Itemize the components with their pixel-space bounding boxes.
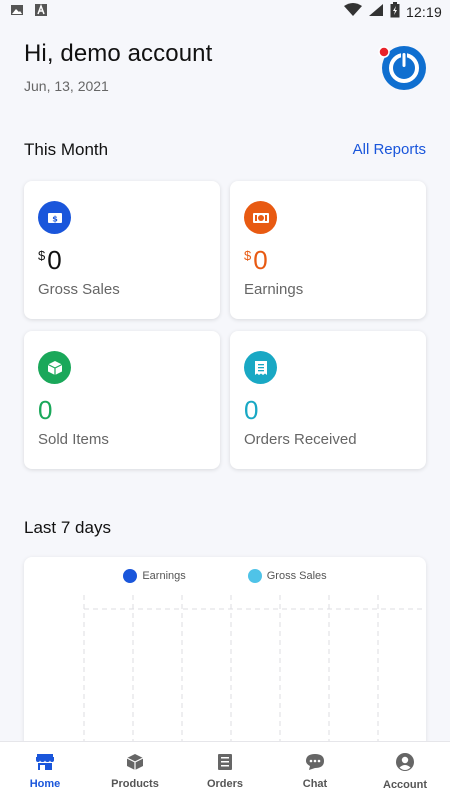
nav-item-chat[interactable]: Chat <box>270 742 360 800</box>
this-month-title: This Month <box>24 140 109 159</box>
receipt-icon <box>217 753 233 774</box>
nav-item-products[interactable]: Products <box>90 742 180 800</box>
orders-received-value: 0 <box>244 395 258 426</box>
currency-symbol: $ <box>244 248 252 263</box>
nav-label: Home <box>29 777 61 790</box>
nav-label: Account <box>383 778 427 791</box>
nav-item-orders[interactable]: Orders <box>180 742 270 800</box>
money-icon <box>244 201 277 234</box>
nav-label: Chat <box>302 777 328 790</box>
orders-received-label: Orders Received <box>244 431 357 448</box>
sold-items-value: 0 <box>38 395 52 426</box>
sold-items-label: Sold Items <box>38 431 109 448</box>
status-time: 12:19 <box>405 4 442 20</box>
earnings-card[interactable]: $ 0 Earnings <box>230 181 426 319</box>
power-logo-icon <box>378 46 426 90</box>
earnings-label: Earnings <box>244 281 304 298</box>
nav-item-home[interactable]: Home <box>0 742 90 800</box>
status-bar: 12:19 <box>0 0 450 24</box>
gross-sales-value: $ 0 <box>38 245 62 276</box>
value-number: 0 <box>38 395 53 425</box>
earnings-value: $ 0 <box>244 245 268 276</box>
nav-label: Orders <box>206 777 244 790</box>
value-number: 0 <box>47 245 62 275</box>
last-7-days-title: Last 7 days <box>24 518 111 537</box>
bottom-nav: Home Products Orders Chat Account <box>0 741 450 800</box>
date-label: Jun, 13, 2021 <box>24 78 109 94</box>
orders-received-card[interactable]: 0 Orders Received <box>230 331 426 469</box>
box-icon <box>126 753 144 774</box>
avatar[interactable] <box>378 42 426 90</box>
app-notification-icon <box>34 3 48 22</box>
box-icon <box>38 351 71 384</box>
dollar-bill-icon: $ <box>38 201 71 234</box>
image-notification-icon <box>10 3 24 22</box>
chat-icon <box>305 753 325 774</box>
svg-text:$: $ <box>52 214 58 223</box>
battery-icon <box>390 1 400 23</box>
nav-label: Products <box>111 777 159 790</box>
value-number: 0 <box>244 395 259 425</box>
account-icon <box>395 752 415 775</box>
currency-symbol: $ <box>38 248 46 263</box>
nav-item-account[interactable]: Account <box>360 742 450 800</box>
signal-icon <box>368 3 384 22</box>
all-reports-link[interactable]: All Reports <box>353 141 426 158</box>
receipt-icon <box>244 351 277 384</box>
sold-items-card[interactable]: 0 Sold Items <box>24 331 220 469</box>
wifi-icon <box>343 2 362 22</box>
header: Hi, demo account Jun, 13, 2021 <box>24 40 426 110</box>
gross-sales-card[interactable]: $ $ 0 Gross Sales <box>24 181 220 319</box>
store-icon <box>35 753 55 774</box>
gross-sales-label: Gross Sales <box>38 281 120 298</box>
greeting-title: Hi, demo account <box>24 40 213 67</box>
value-number: 0 <box>253 245 268 275</box>
